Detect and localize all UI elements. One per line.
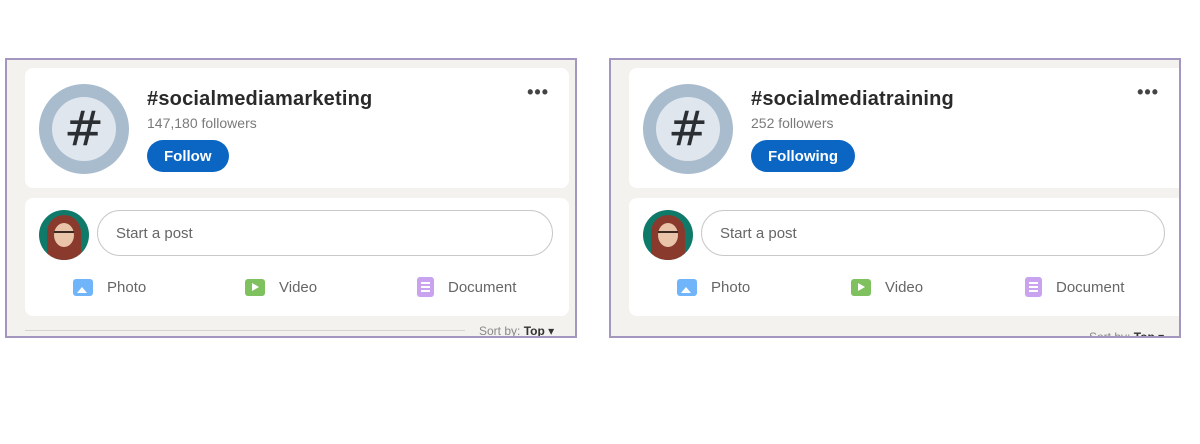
sort-label: Sort by: <box>1089 330 1131 338</box>
hashtag-avatar: # <box>39 84 129 174</box>
hash-icon: # <box>52 97 116 161</box>
video-icon <box>245 278 265 296</box>
hashtag-header-card: # #socialmediamarketing 147,180 follower… <box>25 68 569 188</box>
hash-icon: # <box>656 97 720 161</box>
share-box-card: Start a post Photo Video Document <box>629 198 1179 316</box>
photo-icon <box>677 278 697 296</box>
follower-count: 147,180 followers <box>147 115 257 131</box>
sort-dropdown[interactable]: Sort by: Top ▾ <box>479 324 555 338</box>
photo-label: Photo <box>107 278 147 296</box>
start-post-input[interactable]: Start a post <box>701 210 1165 256</box>
sort-dropdown[interactable]: Sort by: Top ▾ <box>1089 330 1165 338</box>
more-options-icon[interactable]: ••• <box>527 82 549 103</box>
video-button[interactable]: Video <box>851 276 923 298</box>
photo-label: Photo <box>711 278 751 296</box>
follower-count: 252 followers <box>751 115 834 131</box>
photo-button[interactable]: Photo <box>73 276 146 298</box>
photo-icon <box>73 278 93 296</box>
document-label: Document <box>1056 278 1125 296</box>
avatar <box>643 210 693 260</box>
document-button[interactable]: Document <box>1025 276 1124 298</box>
hashtag-panel-left: # #socialmediamarketing 147,180 follower… <box>5 58 577 338</box>
divider <box>25 330 465 331</box>
video-icon <box>851 278 871 296</box>
video-label: Video <box>279 278 318 296</box>
avatar <box>39 210 89 260</box>
photo-button[interactable]: Photo <box>677 276 750 298</box>
video-button[interactable]: Video <box>245 276 317 298</box>
hashtag-avatar: # <box>643 84 733 174</box>
sort-value: Top ▾ <box>1133 330 1165 338</box>
share-box-card: Start a post Photo Video Document <box>25 198 569 316</box>
document-button[interactable]: Document <box>417 276 516 298</box>
hashtag-panel-right: # #socialmediatraining 252 followers Fol… <box>609 58 1181 338</box>
sort-bar: Sort by: Top ▾ <box>25 324 569 338</box>
video-label: Video <box>885 278 924 296</box>
hashtag-header-card: # #socialmediatraining 252 followers Fol… <box>629 68 1179 188</box>
hashtag-title: #socialmediatraining <box>751 88 954 110</box>
more-options-icon[interactable]: ••• <box>1137 82 1159 103</box>
sort-bar: Sort by: Top ▾ <box>629 330 1179 338</box>
following-button[interactable]: Following <box>751 140 855 172</box>
start-post-input[interactable]: Start a post <box>97 210 553 256</box>
document-icon <box>417 277 434 297</box>
sort-value: Top ▾ <box>523 324 555 338</box>
hashtag-title: #socialmediamarketing <box>147 88 373 110</box>
follow-button[interactable]: Follow <box>147 140 229 172</box>
document-icon <box>1025 277 1042 297</box>
document-label: Document <box>448 278 517 296</box>
sort-label: Sort by: <box>479 324 521 338</box>
